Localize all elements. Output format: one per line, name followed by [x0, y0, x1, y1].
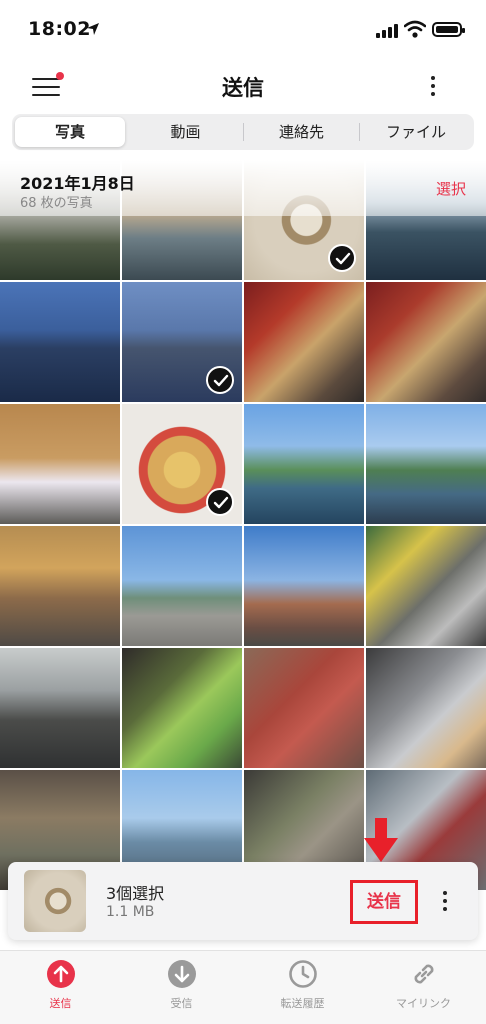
tab-mylink-label: マイリンク — [396, 997, 451, 1010]
photo-thumbnail[interactable] — [244, 404, 364, 524]
selected-count: 3個選択 — [106, 884, 165, 903]
page-title: 送信 — [222, 76, 264, 100]
selected-photo-thumbnail — [24, 870, 86, 932]
photo-thumbnail[interactable] — [0, 404, 120, 524]
selection-more-icon[interactable] — [440, 890, 450, 912]
cellular-signal-icon — [376, 24, 398, 38]
photo-count: 68 枚の写真 — [20, 196, 93, 211]
tab-receive[interactable]: 受信 — [121, 959, 242, 1011]
bottom-tab-bar: 送信 受信 転送履歴 マイリンク — [0, 950, 486, 1024]
photo-thumbnail[interactable] — [122, 648, 242, 768]
nav-bar: 送信 — [0, 62, 486, 110]
send-icon — [46, 960, 75, 988]
tab-history[interactable]: 転送履歴 — [242, 959, 363, 1011]
photo-thumbnail[interactable] — [366, 526, 486, 646]
select-button[interactable]: 選択 — [436, 178, 466, 199]
photo-thumbnail[interactable] — [0, 526, 120, 646]
history-icon — [288, 960, 317, 988]
photo-thumbnail[interactable] — [366, 404, 486, 524]
photo-thumbnail[interactable] — [122, 404, 242, 524]
battery-icon — [432, 22, 465, 37]
photo-thumbnail[interactable] — [122, 526, 242, 646]
photo-thumbnail[interactable] — [244, 526, 364, 646]
photo-thumbnail[interactable] — [0, 648, 120, 768]
selected-check-icon — [328, 244, 356, 272]
photo-thumbnail[interactable] — [366, 282, 486, 402]
link-icon — [414, 964, 433, 984]
segment-contacts[interactable]: 連絡先 — [244, 114, 359, 150]
segment-videos[interactable]: 動画 — [128, 114, 243, 150]
date-section-header: 2021年1月8日 68 枚の写真 選択 — [0, 160, 486, 216]
wifi-icon — [404, 20, 426, 38]
selection-bar: 3個選択 1.1 MB 送信 — [8, 862, 478, 940]
photo-grid: 2021年1月8日 68 枚の写真 選択 — [0, 160, 486, 950]
photo-thumbnail[interactable] — [244, 282, 364, 402]
date-title: 2021年1月8日 — [20, 174, 135, 193]
tab-send[interactable]: 送信 — [0, 959, 121, 1011]
segment-photos[interactable]: 写真 — [15, 117, 125, 147]
send-button[interactable]: 送信 — [350, 880, 418, 924]
segment-files[interactable]: ファイル — [360, 114, 472, 150]
tab-receive-label: 受信 — [170, 997, 193, 1010]
status-bar: 18:02 — [0, 0, 486, 60]
photo-thumbnail[interactable] — [244, 648, 364, 768]
content-type-segmented-control: 写真 動画 連絡先 ファイル — [12, 114, 474, 150]
selected-check-icon — [206, 366, 234, 394]
more-options-icon[interactable] — [428, 74, 438, 98]
selected-check-icon — [206, 488, 234, 516]
tab-send-label: 送信 — [49, 997, 72, 1010]
photo-thumbnail[interactable] — [122, 282, 242, 402]
tab-history-label: 転送履歴 — [280, 997, 325, 1010]
tab-mylink[interactable]: マイリンク — [363, 959, 484, 1011]
location-arrow-icon — [87, 23, 99, 35]
photo-thumbnail[interactable] — [0, 282, 120, 402]
status-time: 18:02 — [28, 18, 91, 40]
red-arrow-annotation-icon — [364, 818, 398, 862]
selected-size: 1.1 MB — [106, 904, 155, 920]
photo-thumbnail[interactable] — [366, 648, 486, 768]
receive-icon — [167, 960, 196, 988]
